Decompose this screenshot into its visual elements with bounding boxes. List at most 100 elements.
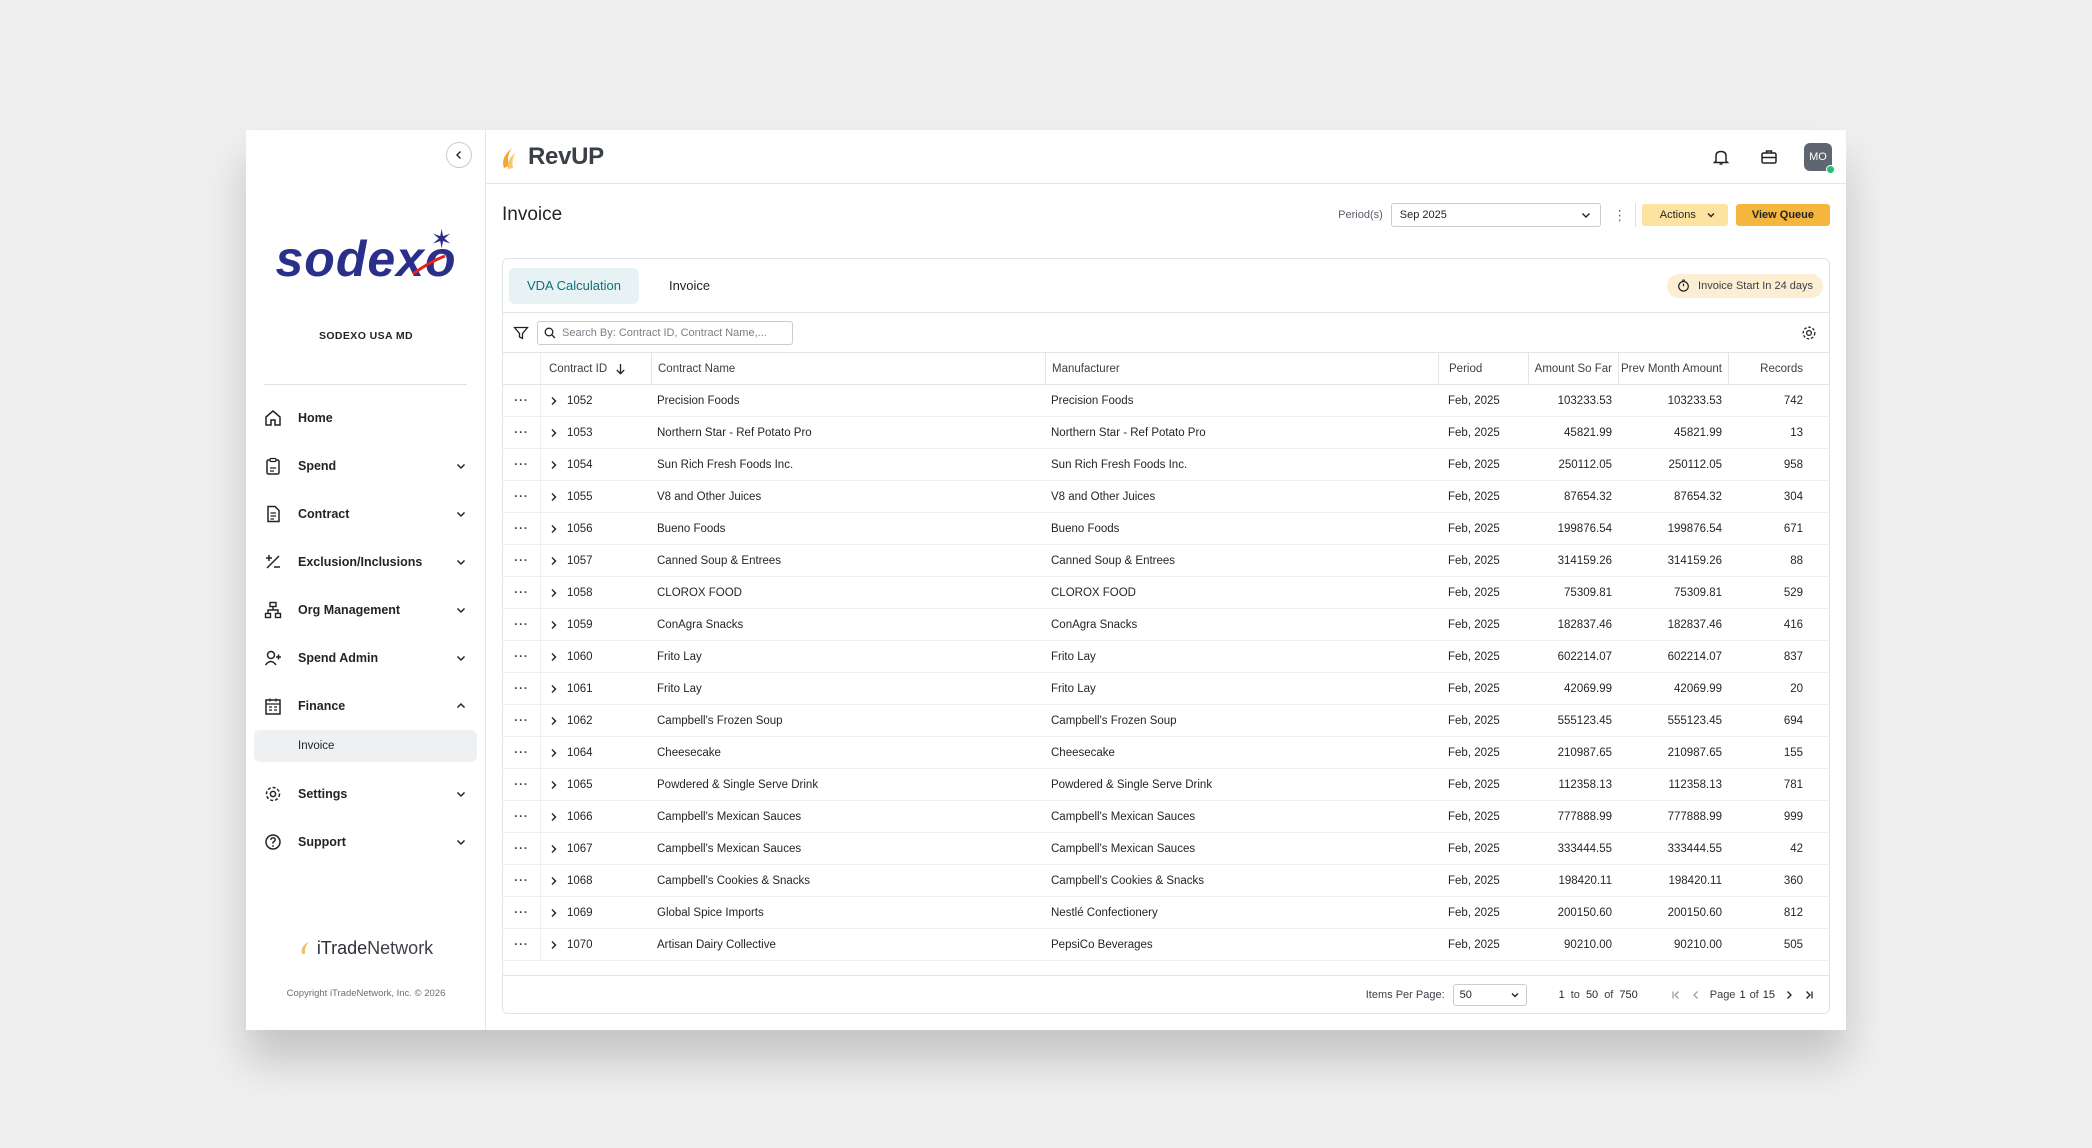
column-header-amount-so-far[interactable]: Amount So Far (1528, 353, 1618, 384)
column-header-contract-id[interactable]: Contract ID (541, 353, 651, 384)
column-header-records[interactable]: Records (1728, 353, 1809, 384)
help-icon (262, 831, 284, 853)
table-row[interactable]: ··· 1060 Frito Lay Frito Lay Feb, 2025 602214… (503, 641, 1829, 673)
row-menu-icon[interactable]: ··· (503, 545, 541, 576)
notifications-button[interactable] (1708, 144, 1734, 170)
row-menu-icon[interactable]: ··· (503, 769, 541, 800)
cell-contract-id: 1058 (541, 577, 651, 608)
table-row[interactable]: ··· 1055 V8 and Other Juices V8 and Other J… (503, 481, 1829, 513)
row-menu-icon[interactable]: ··· (503, 385, 541, 416)
cell-contract-id: 1057 (541, 545, 651, 576)
actions-button[interactable]: Actions (1641, 204, 1728, 226)
table-row[interactable]: ··· 1067 Campbell's Mexican Sauces Campbell… (503, 833, 1829, 865)
expand-row-icon[interactable] (549, 396, 559, 406)
cell-prev-month-amount: 42069.99 (1674, 682, 1722, 695)
column-header-period[interactable]: Period (1438, 353, 1528, 384)
sidebar-item-settings[interactable]: Settings (254, 770, 477, 818)
sidebar-item-contract[interactable]: Contract (254, 490, 477, 538)
table-row[interactable]: ··· 1070 Artisan Dairy Collective PepsiCo B… (503, 929, 1829, 961)
expand-row-icon[interactable] (549, 620, 559, 630)
column-header-manufacturer[interactable]: Manufacturer (1045, 353, 1438, 384)
table-row[interactable]: ··· 1061 Frito Lay Frito Lay Feb, 2025 42069.… (503, 673, 1829, 705)
cell-contract-name: Frito Lay (657, 650, 702, 663)
column-header-prev-month-amount[interactable]: Prev Month Amount (1618, 353, 1728, 384)
table-row[interactable]: ··· 1057 Canned Soup & Entrees Canned Soup … (503, 545, 1829, 577)
table-row[interactable]: ··· 1069 Global Spice Imports Nestlé Confec… (503, 897, 1829, 929)
filter-button[interactable] (513, 325, 529, 341)
row-menu-icon[interactable]: ··· (503, 513, 541, 544)
sidebar-item-finance[interactable]: Finance (254, 682, 477, 730)
table-row[interactable]: ··· 1064 Cheesecake Cheesecake Feb, 2025 2109… (503, 737, 1829, 769)
row-menu-icon[interactable]: ··· (503, 801, 541, 832)
table-row[interactable]: ··· 1054 Sun Rich Fresh Foods Inc. Sun Rich… (503, 449, 1829, 481)
view-queue-button[interactable]: View Queue (1735, 204, 1830, 226)
row-menu-icon[interactable]: ··· (503, 897, 541, 928)
expand-row-icon[interactable] (549, 780, 559, 790)
table-row[interactable]: ··· 1058 CLOROX FOOD CLOROX FOOD Feb, 2025 75… (503, 577, 1829, 609)
row-menu-icon[interactable]: ··· (503, 705, 541, 736)
expand-row-icon[interactable] (549, 556, 559, 566)
tab-invoice[interactable]: Invoice (651, 268, 728, 304)
row-menu-icon[interactable]: ··· (503, 737, 541, 768)
sidebar-subitem-invoice[interactable]: Invoice (254, 730, 477, 762)
period-select[interactable]: Sep 2025 (1390, 203, 1601, 227)
grid-settings-button[interactable] (1799, 323, 1819, 343)
expand-row-icon[interactable] (549, 492, 559, 502)
table-row[interactable]: ··· 1066 Campbell's Mexican Sauces Campbell… (503, 801, 1829, 833)
table-row[interactable]: ··· 1065 Powdered & Single Serve Drink Powd… (503, 769, 1829, 801)
row-menu-icon[interactable]: ··· (503, 577, 541, 608)
table-row[interactable]: ··· 1062 Campbell's Frozen Soup Campbell's … (503, 705, 1829, 737)
column-header-contract-name[interactable]: Contract Name (651, 353, 1045, 384)
sidebar-item-spend-admin[interactable]: Spend Admin (254, 634, 477, 682)
cell-amount-so-far: 103233.53 (1557, 394, 1612, 407)
more-options-icon[interactable]: ⋮ (1611, 208, 1629, 222)
table-row[interactable]: ··· 1056 Bueno Foods Bueno Foods Feb, 2025 19… (503, 513, 1829, 545)
expand-row-icon[interactable] (549, 844, 559, 854)
expand-row-icon[interactable] (549, 652, 559, 662)
expand-row-icon[interactable] (549, 684, 559, 694)
last-page-button[interactable] (1803, 989, 1815, 1001)
expand-row-icon[interactable] (549, 748, 559, 758)
row-menu-icon[interactable]: ··· (503, 833, 541, 864)
table-row[interactable]: ··· 1052 Precision Foods Precision Foods Feb… (503, 385, 1829, 417)
expand-row-icon[interactable] (549, 908, 559, 918)
table-row[interactable]: ··· 1059 ConAgra Snacks ConAgra Snacks Feb, … (503, 609, 1829, 641)
search-input[interactable] (562, 326, 782, 339)
expand-row-icon[interactable] (549, 876, 559, 886)
cell-records: 13 (1790, 426, 1803, 439)
revup-brand[interactable]: RevUP (500, 143, 604, 171)
expand-row-icon[interactable] (549, 428, 559, 438)
previous-page-button[interactable] (1690, 989, 1702, 1001)
row-menu-icon[interactable]: ··· (503, 641, 541, 672)
briefcase-button[interactable] (1756, 144, 1782, 170)
table-row[interactable]: ··· 1068 Campbell's Cookies & Snacks Campbe… (503, 865, 1829, 897)
row-menu-icon[interactable]: ··· (503, 417, 541, 448)
first-page-button[interactable] (1670, 989, 1682, 1001)
expand-row-icon[interactable] (549, 524, 559, 534)
row-menu-icon[interactable]: ··· (503, 449, 541, 480)
row-menu-icon[interactable]: ··· (503, 865, 541, 896)
sidebar-item-exclusion-inclusions[interactable]: Exclusion/Inclusions (254, 538, 477, 586)
collapse-sidebar-button[interactable] (446, 142, 472, 168)
sidebar-item-support[interactable]: Support (254, 818, 477, 866)
expand-row-icon[interactable] (549, 812, 559, 822)
tab-vda-calculation[interactable]: VDA Calculation (509, 267, 639, 304)
sidebar-item-org-management[interactable]: Org Management (254, 586, 477, 634)
expand-row-icon[interactable] (549, 716, 559, 726)
table-row[interactable]: ··· 1053 Northern Star - Ref Potato Pro Nor… (503, 417, 1829, 449)
sidebar-item-home[interactable]: Home (254, 394, 477, 442)
row-menu-icon[interactable]: ··· (503, 673, 541, 704)
items-per-page-select[interactable]: 50 (1452, 983, 1527, 1006)
timer-icon (1678, 279, 1689, 292)
user-avatar[interactable]: MO (1804, 142, 1835, 174)
expand-row-icon[interactable] (549, 588, 559, 598)
sidebar-item-spend[interactable]: Spend (254, 442, 477, 490)
expand-row-icon[interactable] (549, 940, 559, 950)
sort-descending-icon[interactable] (615, 363, 626, 375)
row-menu-icon[interactable]: ··· (503, 481, 541, 512)
top-bar: RevUP MO (486, 130, 1846, 184)
row-menu-icon[interactable]: ··· (503, 609, 541, 640)
row-menu-icon[interactable]: ··· (503, 929, 541, 960)
next-page-button[interactable] (1783, 989, 1795, 1001)
expand-row-icon[interactable] (549, 460, 559, 470)
